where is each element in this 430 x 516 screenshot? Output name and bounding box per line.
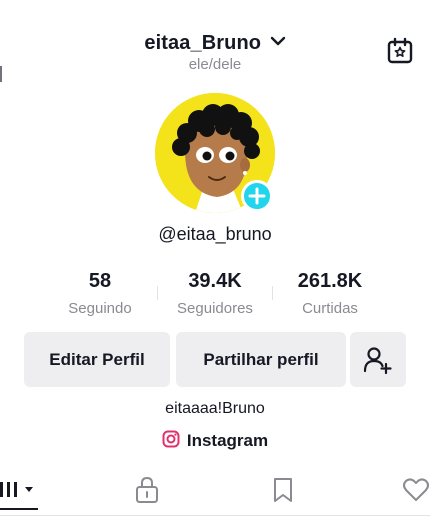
tab-videos[interactable] (0, 476, 40, 510)
edit-profile-button[interactable]: Editar Perfil (24, 332, 170, 387)
stat-likes-value: 261.8K (297, 270, 363, 292)
instagram-link[interactable]: Instagram (0, 429, 430, 453)
lock-icon (136, 476, 158, 503)
tab-active-indicator (0, 508, 38, 510)
stat-following[interactable]: 58 Seguindo (40, 268, 160, 318)
profile-actions: Editar Perfil Partilhar perfil (0, 332, 430, 388)
tab-favorites[interactable] (272, 476, 296, 510)
plus-icon (248, 187, 266, 205)
stat-followers-value: 39.4K (188, 270, 242, 292)
top-bar: eitaa_Bruno ele/dele (0, 28, 430, 82)
instagram-icon (162, 430, 180, 453)
add-story-button[interactable] (241, 180, 273, 212)
heart-icon (403, 478, 429, 501)
bookmark-icon (274, 478, 292, 502)
stat-followers[interactable]: 39.4K Seguidores (155, 268, 275, 318)
stat-following-label: Seguindo (68, 300, 132, 317)
chevron-down-icon (270, 34, 286, 52)
share-profile-button[interactable]: Partilhar perfil (176, 332, 346, 387)
add-friend-button[interactable] (350, 332, 406, 387)
stat-likes-label: Curtidas (302, 300, 358, 317)
stat-likes[interactable]: 261.8K Curtidas (270, 268, 390, 318)
profile-tabs (0, 470, 430, 516)
account-switcher[interactable]: eitaa_Bruno (0, 32, 430, 55)
profile-avatar[interactable] (155, 93, 275, 213)
stat-following-value: 58 (88, 270, 112, 292)
profile-handle: @eitaa_bruno (158, 224, 272, 244)
username-title: eitaa_Bruno (144, 32, 262, 54)
tab-liked[interactable] (402, 476, 430, 510)
profile-stats: 58 Seguindo 39.4K Seguidores 261.8K Curt… (0, 268, 430, 324)
tab-private[interactable] (134, 476, 162, 510)
instagram-link-label: Instagram (186, 431, 269, 450)
pronouns-label: ele/dele (188, 56, 242, 73)
profile-bio: eitaaaa!Bruno (165, 400, 265, 417)
calendar-star-icon[interactable] (386, 37, 414, 65)
grid-icon (0, 482, 33, 497)
add-user-icon (363, 347, 392, 375)
stat-followers-label: Seguidores (177, 300, 253, 317)
